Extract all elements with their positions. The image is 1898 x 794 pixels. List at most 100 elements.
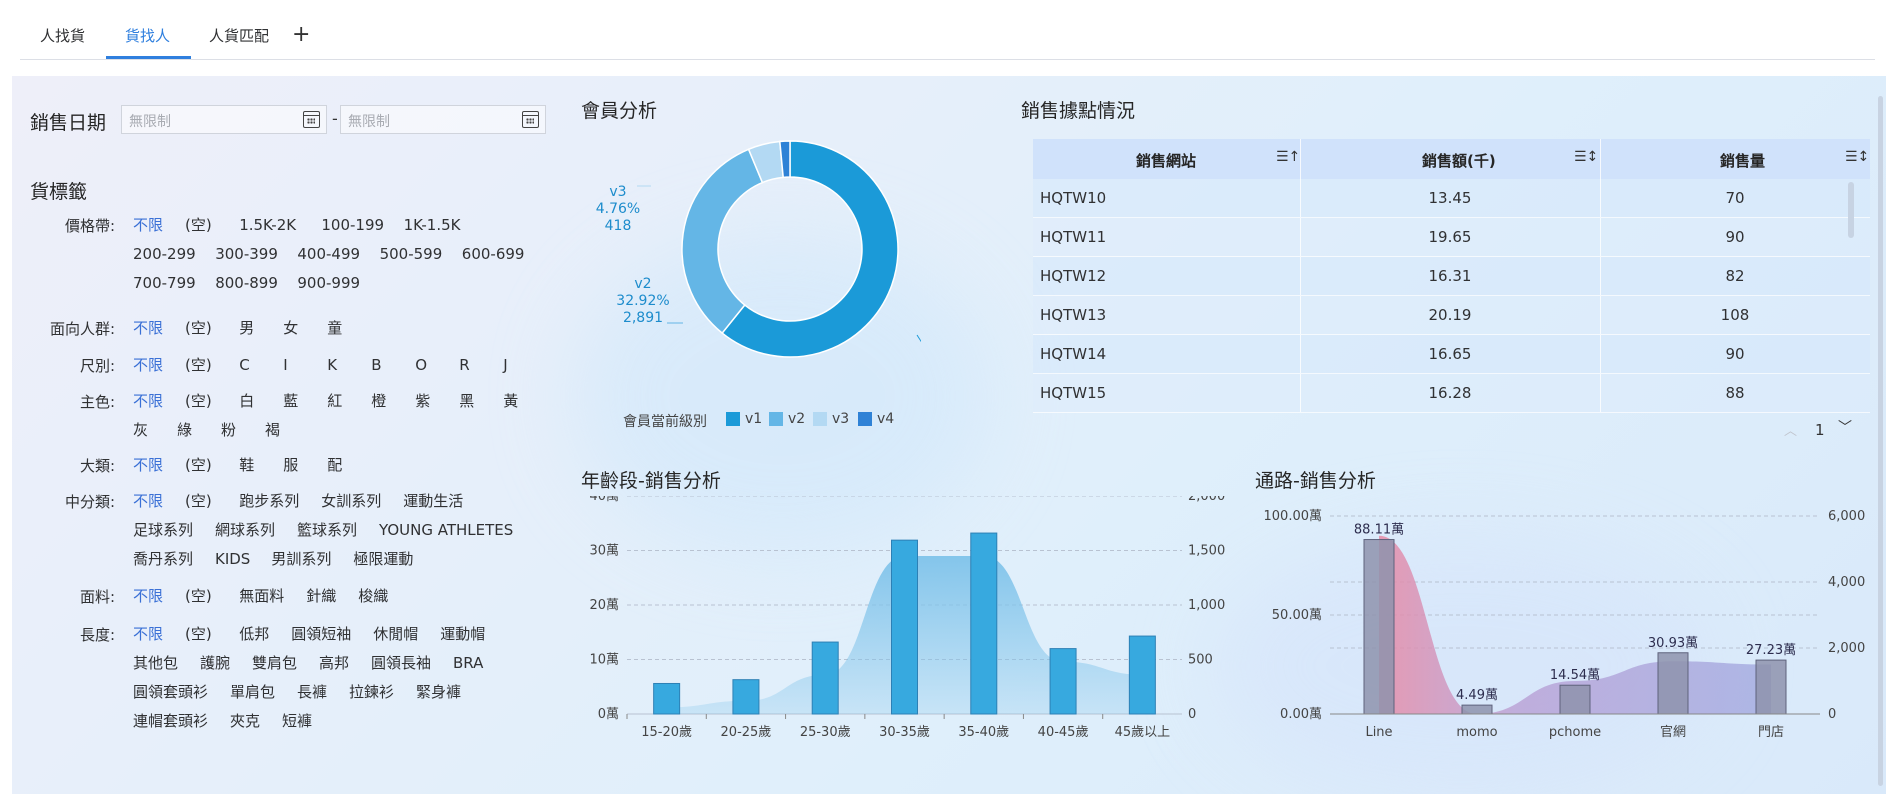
filter-option[interactable]: (空) xyxy=(185,391,212,411)
sort-icon[interactable]: ☰↕ xyxy=(1845,149,1869,167)
filter-option[interactable]: 圓領套頭衫 xyxy=(133,682,208,702)
filter-option-selected[interactable]: 不限 xyxy=(133,318,163,338)
filter-option[interactable]: 其他包 xyxy=(133,653,178,673)
filter-option[interactable]: (空) xyxy=(185,586,212,606)
channel-bar[interactable] xyxy=(1559,684,1591,715)
tab-person-goods-match[interactable]: 人貨匹配 xyxy=(209,26,269,46)
filter-option[interactable]: (空) xyxy=(185,318,212,338)
filter-option[interactable]: O xyxy=(415,355,427,375)
table-row[interactable]: HQTW11 19.65 90 xyxy=(1033,218,1870,257)
filter-option[interactable]: J xyxy=(503,355,507,375)
table-row[interactable]: HQTW13 20.19 108 xyxy=(1033,296,1870,335)
filter-option[interactable]: 長褲 xyxy=(297,682,327,702)
filter-option[interactable]: 服 xyxy=(283,455,298,475)
filter-option[interactable]: 灰 xyxy=(133,420,148,440)
legend-swatch[interactable] xyxy=(769,412,783,426)
filter-option[interactable]: YOUNG ATHLETES xyxy=(379,520,513,540)
legend-swatch[interactable] xyxy=(813,412,827,426)
filter-option[interactable]: 極限運動 xyxy=(353,549,413,569)
filter-option[interactable]: 鞋 xyxy=(239,455,254,475)
tab-goods-to-person[interactable]: 貨找人 xyxy=(125,26,170,46)
sort-asc-icon[interactable]: ☰↑ xyxy=(1276,149,1300,167)
legend-label[interactable]: v1 xyxy=(745,411,762,427)
chevron-up-icon[interactable]: ︿ xyxy=(1784,420,1797,439)
channel-bar[interactable] xyxy=(1461,704,1493,715)
age-bar[interactable] xyxy=(970,532,998,715)
filter-option[interactable]: 綠 xyxy=(177,420,192,440)
filter-option-selected[interactable]: 不限 xyxy=(133,455,163,475)
filter-option[interactable]: (空) xyxy=(185,215,212,235)
filter-option-selected[interactable]: 不限 xyxy=(133,391,163,411)
filter-option[interactable]: 喬丹系列 xyxy=(133,549,193,569)
filter-option[interactable]: 黃 xyxy=(503,391,518,411)
chevron-down-icon[interactable]: ﹀ xyxy=(1838,417,1852,437)
filter-option[interactable]: 900-999 xyxy=(297,273,360,293)
filter-option[interactable]: 1K-1.5K xyxy=(404,215,461,235)
filter-option[interactable]: 1.5K-2K xyxy=(239,215,296,235)
table-row[interactable]: HQTW12 16.31 82 xyxy=(1033,257,1870,296)
donut-slice-v2[interactable] xyxy=(681,148,764,335)
legend-swatch[interactable] xyxy=(858,412,872,426)
table-row[interactable]: HQTW10 13.45 70 xyxy=(1033,179,1870,218)
filter-option[interactable]: 緊身褲 xyxy=(416,682,461,702)
filter-option[interactable]: 連帽套頭衫 xyxy=(133,711,208,731)
filter-option[interactable]: (空) xyxy=(185,355,212,375)
age-bar[interactable] xyxy=(1128,635,1156,715)
filter-option[interactable]: 拉鍊衫 xyxy=(349,682,394,702)
filter-option-selected[interactable]: 不限 xyxy=(133,215,163,235)
filter-option[interactable]: (空) xyxy=(185,455,212,475)
filter-option[interactable]: 橙 xyxy=(371,391,386,411)
filter-option[interactable]: 夾克 xyxy=(230,711,260,731)
age-bar[interactable] xyxy=(811,641,839,715)
legend-label[interactable]: v2 xyxy=(788,411,805,427)
date-from-input[interactable]: 無限制 xyxy=(121,105,327,134)
filter-option-selected[interactable]: 不限 xyxy=(133,586,163,606)
filter-option[interactable]: C xyxy=(239,355,249,375)
filter-option[interactable]: 圓領長袖 xyxy=(371,653,431,673)
filter-option[interactable]: 梭織 xyxy=(358,586,388,606)
filter-option[interactable]: 單肩包 xyxy=(230,682,275,702)
channel-bar[interactable] xyxy=(1755,659,1787,715)
filter-option[interactable]: 300-399 xyxy=(215,244,278,264)
filter-option[interactable]: 黑 xyxy=(459,391,474,411)
filter-option[interactable]: 女訓系列 xyxy=(321,491,381,511)
filter-option[interactable]: 800-899 xyxy=(215,273,278,293)
filter-option[interactable]: 粉 xyxy=(221,420,236,440)
filter-option[interactable]: 配 xyxy=(327,455,342,475)
age-bar[interactable] xyxy=(732,679,760,715)
filter-option[interactable]: 低邦 xyxy=(239,624,269,644)
filter-option[interactable]: B xyxy=(371,355,381,375)
filter-option[interactable]: 足球系列 xyxy=(133,520,193,540)
filter-option[interactable]: 褐 xyxy=(265,420,280,440)
filter-option[interactable]: 400-499 xyxy=(297,244,360,264)
filter-option[interactable]: KIDS xyxy=(215,549,250,569)
filter-option[interactable]: 運動帽 xyxy=(440,624,485,644)
filter-option[interactable]: 紅 xyxy=(327,391,342,411)
filter-option[interactable]: K xyxy=(327,355,337,375)
legend-label[interactable]: v3 xyxy=(832,411,849,427)
filter-option[interactable]: BRA xyxy=(453,653,483,673)
filter-option[interactable]: 100-199 xyxy=(321,215,384,235)
add-tab-icon[interactable]: + xyxy=(292,20,310,50)
calendar-icon[interactable] xyxy=(303,111,320,128)
filter-option[interactable]: 童 xyxy=(327,318,342,338)
filter-option[interactable]: I xyxy=(283,355,287,375)
filter-option[interactable]: 白 xyxy=(239,391,254,411)
age-bar[interactable] xyxy=(891,539,918,715)
filter-option[interactable]: 女 xyxy=(283,318,298,338)
filter-option[interactable]: 運動生活 xyxy=(403,491,463,511)
filter-option-selected[interactable]: 不限 xyxy=(133,355,163,375)
filter-option-selected[interactable]: 不限 xyxy=(133,624,163,644)
channel-bar[interactable] xyxy=(1657,652,1689,715)
table-row[interactable]: HQTW14 16.65 90 xyxy=(1033,335,1870,374)
filter-option[interactable]: 紫 xyxy=(415,391,430,411)
age-bar[interactable] xyxy=(653,682,681,715)
legend-label[interactable]: v4 xyxy=(877,411,894,427)
filter-option[interactable]: 跑步系列 xyxy=(239,491,299,511)
filter-option-selected[interactable]: 不限 xyxy=(133,491,163,511)
filter-option[interactable]: 200-299 xyxy=(133,244,196,264)
filter-option[interactable]: 高邦 xyxy=(319,653,349,673)
sort-icon[interactable]: ☰↕ xyxy=(1574,149,1598,167)
filter-option[interactable]: 無面料 xyxy=(239,586,284,606)
page-scrollbar[interactable] xyxy=(1878,96,1883,786)
